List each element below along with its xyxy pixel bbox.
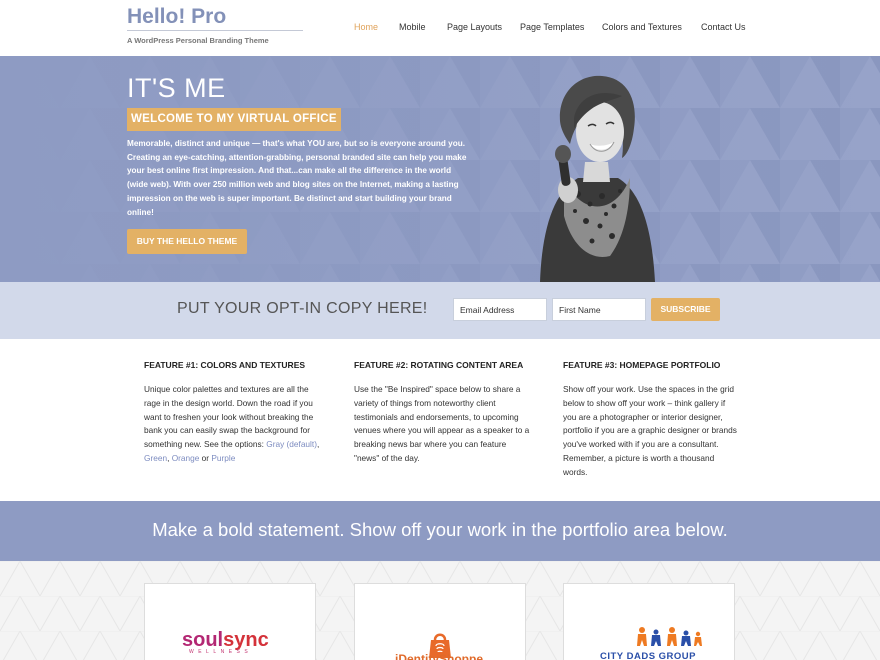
family-figures-icon bbox=[637, 627, 702, 646]
link-gray[interactable]: Gray (default) bbox=[266, 439, 317, 449]
features-section: FEATURE #1: COLORS AND TEXTURES Unique c… bbox=[0, 339, 880, 501]
hero-heading: IT'S ME bbox=[127, 73, 226, 103]
site-description: A WordPress Personal Branding Theme bbox=[127, 36, 269, 45]
hero-text: Memorable, distinct and unique — that's … bbox=[127, 139, 467, 217]
portfolio-item-identityshoppe[interactable]: iDentityShoppe bbox=[354, 583, 526, 660]
feature-2: FEATURE #2: ROTATING CONTENT AREA Use th… bbox=[354, 360, 530, 466]
nav-item-mobile[interactable]: Mobile bbox=[399, 22, 426, 32]
feature-text: Unique color palettes and textures are a… bbox=[144, 383, 320, 466]
nav-item-contact-us[interactable]: Contact Us bbox=[701, 22, 746, 32]
feature-1: FEATURE #1: COLORS AND TEXTURES Unique c… bbox=[144, 360, 320, 466]
hero-subheading: WELCOME TO MY VIRTUAL OFFICE bbox=[127, 108, 341, 131]
site-header: Hello! Pro A WordPress Personal Branding… bbox=[0, 0, 880, 56]
main-nav: Home Mobile Page Layouts Page Templates … bbox=[0, 22, 880, 36]
feature-text: Use the "Be Inspired" space below to sha… bbox=[354, 384, 530, 463]
hero-section: IT'S ME WELCOME TO MY VIRTUAL OFFICE Mem… bbox=[0, 56, 880, 282]
feature-3: FEATURE #3: HOMEPAGE PORTFOLIO Show off … bbox=[563, 360, 739, 480]
separator: or bbox=[199, 452, 212, 463]
feature-title: FEATURE #3: HOMEPAGE PORTFOLIO bbox=[563, 360, 721, 370]
nav-item-colors-and-textures[interactable]: Colors and Textures bbox=[602, 22, 682, 32]
portfolio-section: soulsync WELLNESS iDentityShoppe CITY DA… bbox=[0, 561, 880, 660]
portfolio-item-citydads[interactable]: CITY DADS GROUP bbox=[563, 583, 735, 660]
email-field[interactable] bbox=[453, 298, 547, 321]
portrait-image bbox=[540, 75, 655, 282]
statement-band: Make a bold statement. Show off your wor… bbox=[0, 501, 880, 561]
identityshoppe-logo: iDentityShoppe bbox=[395, 652, 484, 660]
optin-title: PUT YOUR OPT-IN COPY HERE! bbox=[177, 300, 428, 317]
buy-theme-button[interactable]: BUY THE HELLO THEME bbox=[127, 229, 247, 254]
citydads-logo: CITY DADS GROUP bbox=[600, 651, 697, 660]
feature-title: FEATURE #1: COLORS AND TEXTURES bbox=[144, 360, 306, 370]
logo-text: sync bbox=[223, 629, 269, 651]
link-purple[interactable]: Purple bbox=[211, 453, 235, 463]
logo-text: soul bbox=[182, 629, 224, 651]
optin-section: PUT YOUR OPT-IN COPY HERE! SUBSCRIBE bbox=[0, 282, 880, 339]
link-green[interactable]: Green bbox=[144, 453, 167, 463]
first-name-field[interactable] bbox=[552, 298, 646, 321]
feature-text: Show off your work. Use the spaces in th… bbox=[563, 384, 737, 477]
subscribe-button[interactable]: SUBSCRIBE bbox=[651, 298, 720, 321]
feature-title: FEATURE #2: ROTATING CONTENT AREA bbox=[354, 360, 524, 370]
nav-item-page-layouts[interactable]: Page Layouts bbox=[447, 22, 502, 32]
nav-item-home[interactable]: Home bbox=[354, 22, 378, 32]
soulsync-tagline: WELLNESS bbox=[189, 649, 253, 655]
nav-item-page-templates[interactable]: Page Templates bbox=[520, 22, 584, 32]
separator: , bbox=[316, 439, 320, 450]
portfolio-item-soulsync[interactable]: soulsync WELLNESS bbox=[144, 583, 316, 660]
statement-text: Make a bold statement. Show off your wor… bbox=[152, 519, 728, 540]
link-orange[interactable]: Orange bbox=[172, 453, 200, 463]
